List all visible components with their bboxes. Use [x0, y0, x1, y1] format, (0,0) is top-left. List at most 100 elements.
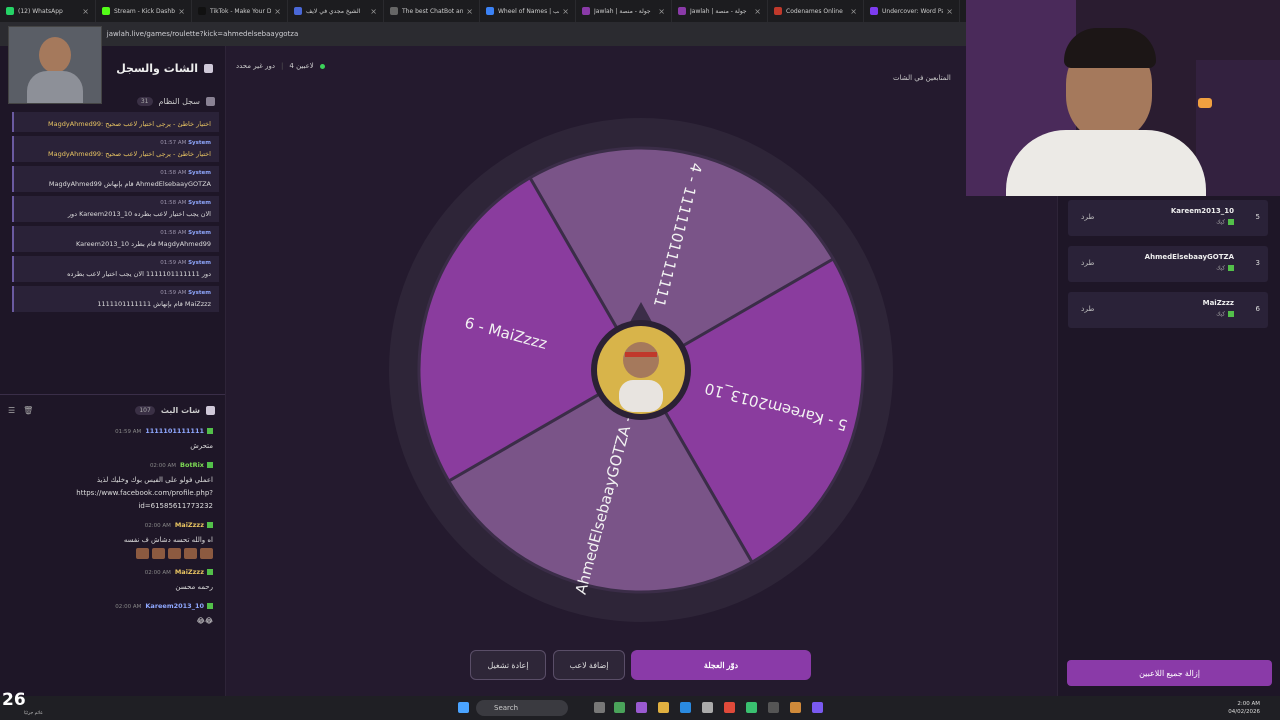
player-platform: كيك	[1216, 219, 1225, 226]
kick-player-button[interactable]: طرد	[1081, 212, 1094, 221]
browser-tab[interactable]: Jawlah | جولة - منصة ×	[672, 0, 768, 22]
chat-username[interactable]: MaiZzzz	[175, 521, 204, 529]
app-icon[interactable]	[790, 702, 801, 713]
chat-time: 02:00 AM	[115, 604, 142, 610]
kick-player-button[interactable]: طرد	[1081, 258, 1094, 267]
chat-panel-title: الشات والسجل	[116, 61, 198, 75]
copilot-icon[interactable]	[636, 702, 647, 713]
edge-icon[interactable]	[680, 702, 691, 713]
close-icon[interactable]: ×	[370, 7, 377, 16]
kick-icon	[1228, 265, 1234, 271]
wheel-segment	[417, 175, 644, 484]
player-name: Kareem2013_10	[1170, 207, 1234, 215]
task-view-icon[interactable]	[594, 702, 605, 713]
discord-icon[interactable]	[812, 702, 823, 713]
file-explorer-icon[interactable]	[658, 702, 669, 713]
players-panel: 5 Kareem2013_10 كيك طرد 3 AhmedElsebaayGOTZA ك…	[1057, 196, 1280, 696]
tab-favicon-icon	[678, 7, 686, 15]
log-entry: 01:58 AM System دور Kareem2013_10 الان يج…	[12, 196, 219, 222]
person-hair	[1064, 28, 1156, 68]
log-meta: 01:58 AM System	[22, 230, 211, 236]
tab-favicon-icon	[102, 7, 110, 15]
chat-time: 02:00 AM	[144, 523, 171, 529]
chrome-icon[interactable]	[724, 702, 735, 713]
chat-message: 02:00 AM MaiZzzz رحمه محسن	[10, 568, 213, 594]
close-icon[interactable]: ×	[946, 7, 953, 16]
browser-tab[interactable]: (12) WhatsApp ×	[0, 0, 96, 22]
close-icon[interactable]: ×	[850, 7, 857, 16]
log-time: 01:58 AM	[160, 230, 187, 236]
close-icon[interactable]: ×	[82, 7, 89, 16]
close-icon[interactable]: ×	[754, 7, 761, 16]
browser-tab[interactable]: Undercover: Word Pa ×	[864, 0, 960, 22]
wheel-pointer-icon	[630, 302, 652, 322]
browser-tab[interactable]: الشيخ مجدي في لايف ×	[288, 0, 384, 22]
log-meta: 01:58 AM System	[22, 170, 211, 176]
shirt-shape	[27, 71, 83, 103]
webcam-overlay	[966, 0, 1280, 196]
log-author: System	[188, 230, 211, 236]
tab-favicon-icon	[6, 7, 14, 15]
tab-title: The best ChatBot an	[402, 7, 464, 15]
browser-tab[interactable]: Stream - Kick Dashbo ×	[96, 0, 192, 22]
streamer-avatar	[597, 326, 685, 414]
stream-chat-list[interactable]: 01:59 AM 1111101111111 متحرش 02:00 AM BotRix…	[0, 421, 225, 628]
obs-icon[interactable]	[768, 702, 779, 713]
kick-icon	[1228, 311, 1234, 317]
browser-tab[interactable]: Wheel of Names | تب×	[480, 0, 576, 22]
verified-icon	[207, 569, 213, 575]
lamp-light	[1198, 98, 1212, 108]
add-player-button[interactable]: إضافة لاعب	[553, 650, 625, 680]
widgets-icon[interactable]	[614, 702, 625, 713]
chat-username[interactable]: BotRix	[180, 461, 204, 469]
tab-favicon-icon	[198, 7, 206, 15]
log-message: MagdyAhmed99: اختيار خاطئ - يرجى اختيار …	[48, 120, 211, 128]
start-icon[interactable]	[458, 702, 469, 713]
online-dot-icon	[319, 63, 325, 69]
chat-username[interactable]: MaiZzzz	[175, 568, 204, 576]
chat-text: رحمه محسن	[175, 583, 213, 591]
restart-button[interactable]: إعادة تشغيل	[470, 650, 546, 680]
close-icon[interactable]: ×	[178, 7, 185, 16]
url-field[interactable]: jawlah.live/games/roulette?kick=ahmedels…	[107, 30, 299, 38]
wheel-segment-label: 6 - MaiZzzz	[463, 314, 550, 353]
remove-all-players-button[interactable]: إزالة جميع اللاعبين	[1067, 660, 1272, 686]
chat-bubble-icon	[204, 63, 213, 73]
player-row: 5 Kareem2013_10 كيك طرد	[1068, 200, 1268, 236]
store-icon[interactable]	[702, 702, 713, 713]
system-clock[interactable]: 2:00 AM 04/02/2026	[1228, 700, 1260, 716]
chat-text: اعملي فولو على الفيس بوك وخليك لذيذ http…	[76, 476, 213, 510]
spin-wheel-button[interactable]: دوّر العجلة	[631, 650, 811, 680]
game-status-bar: دور غير محدد | 4 لاعبين	[236, 62, 325, 70]
chat-username[interactable]: 1111101111111	[145, 427, 204, 435]
close-icon[interactable]: ×	[274, 7, 281, 16]
chat-username[interactable]: Kareem2013_10	[145, 602, 204, 610]
close-icon[interactable]: ×	[562, 7, 569, 16]
log-message: دور Kareem2013_10 الان يجب اختيار لاعب ب…	[67, 210, 211, 218]
kick-player-button[interactable]: طرد	[1081, 304, 1094, 313]
system-log-list[interactable]: MagdyAhmed99: اختيار خاطئ - يرجى اختيار …	[0, 112, 225, 386]
browser-tab[interactable]: The best ChatBot an ×	[384, 0, 480, 22]
browser-tab[interactable]: Codenames Online ×	[768, 0, 864, 22]
clock-time: 2:00 AM	[1237, 701, 1260, 707]
taskbar-search[interactable]: Search	[476, 700, 568, 716]
tab-title: الشيخ مجدي في لايف	[306, 7, 361, 15]
trash-icon[interactable]: 🗑	[23, 406, 33, 415]
divider	[0, 394, 225, 395]
close-icon[interactable]: ×	[658, 7, 665, 16]
app-icon[interactable]	[746, 702, 757, 713]
verified-icon	[207, 603, 213, 609]
log-time: 01:59 AM	[160, 290, 187, 296]
browser-tab[interactable]: Jawlah | جولة - منصة ×	[576, 0, 672, 22]
browser-tab[interactable]: TikTok - Make Your D ×	[192, 0, 288, 22]
log-message: دور 1111101111111 الان يجب اختيار لاعب ب…	[67, 270, 211, 278]
tab-favicon-icon	[486, 7, 494, 15]
log-time: 01:58 AM	[160, 170, 187, 176]
avatar-face	[623, 342, 659, 378]
log-author: System	[188, 260, 211, 266]
close-icon[interactable]: ×	[466, 7, 473, 16]
emote-icon	[184, 547, 197, 559]
weather-temp[interactable]: 26	[2, 690, 26, 710]
tab-title: Codenames Online	[786, 7, 843, 15]
list-icon[interactable]: ☰	[8, 406, 15, 415]
